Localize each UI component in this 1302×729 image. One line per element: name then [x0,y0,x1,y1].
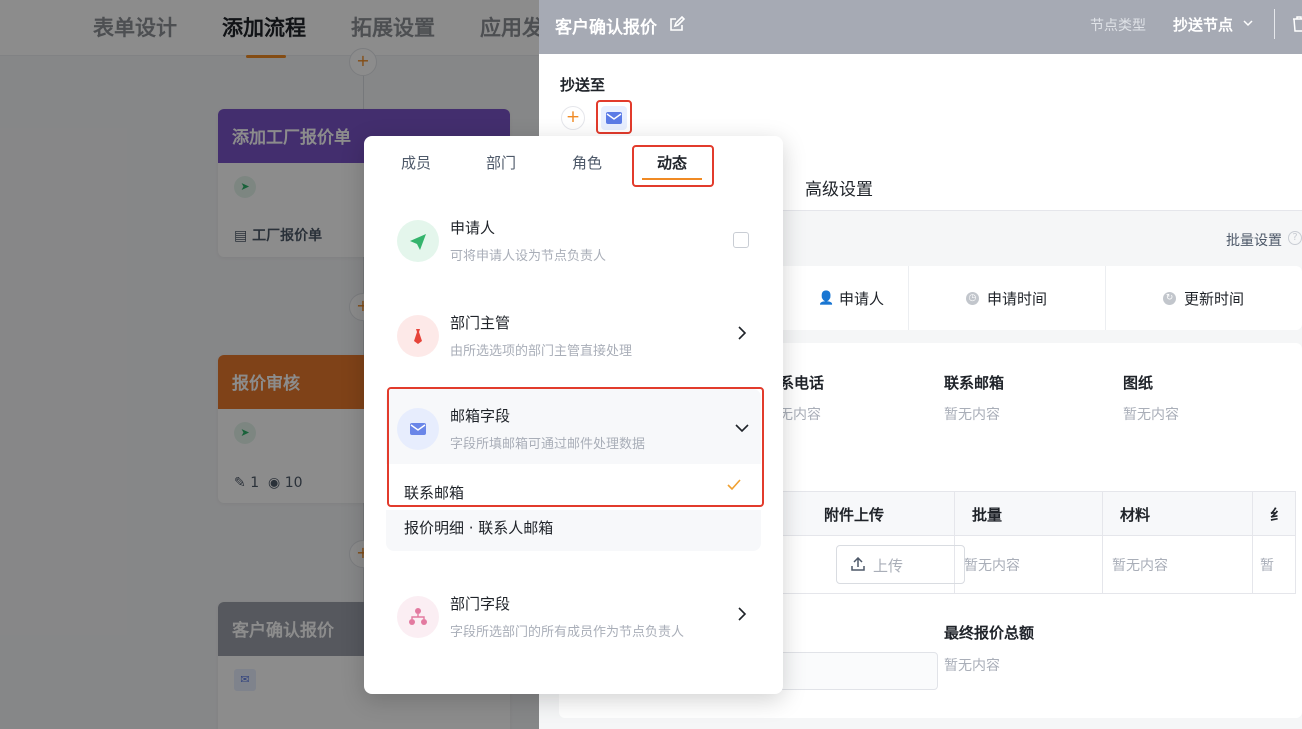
option-applicant[interactable]: 申请人 可将申请人设为节点负责人 [364,208,783,288]
drawer-title: 客户确认报价 [555,18,657,38]
header-divider [1274,9,1275,39]
field-value: 暂无内容 [944,407,1000,423]
option-desc: 可将申请人设为节点负责人 [450,249,607,264]
node-type-select[interactable]: 抄送节点 [1173,14,1233,35]
table-header-cell: 材料 [1120,506,1151,524]
upload-button[interactable]: 上传 [836,545,965,584]
option-title: 申请人 [450,219,496,237]
option-desc: 字段所选部门的所有成员作为节点负责人 [450,625,685,640]
field-applicant[interactable]: 👤 申请人 [774,266,928,330]
table-cell: 暂无内容 [1112,558,1168,574]
edit-icon[interactable] [669,16,685,32]
field-value: 无内容 [779,407,821,423]
help-icon[interactable]: ? [1288,231,1302,245]
option-title: 部门字段 [450,595,511,613]
table-header-cell: 批量 [972,506,1003,524]
upload-icon [851,557,865,571]
table-header-cell: 纟 [1270,506,1286,524]
final-total-value: 暂无内容 [944,658,1000,674]
paper-plane-icon [397,220,439,262]
tie-icon [397,315,439,357]
final-total-label: 最终报价总额 [944,624,1035,642]
field-apply-time[interactable]: ◷ 申请时间 [908,266,1105,330]
add-cc-button[interactable]: + [561,106,585,130]
tab-advanced-settings[interactable]: 高级设置 [805,175,873,200]
tab-members[interactable]: 成员 [401,152,431,173]
tab-roles[interactable]: 角色 [572,152,602,173]
org-chart-icon [397,596,439,638]
mail-icon [606,112,622,124]
detail-table: 附件上传 批量 材料 纟 上传 暂无内容 暂无内容 暂 [774,491,1296,594]
upload-label: 上传 [873,557,904,575]
batch-setting-link[interactable]: 批量设置 [1226,230,1282,250]
user-icon: 👤 [817,290,835,306]
field-label: 联系邮箱 [944,374,1005,392]
table-cell: 暂 [1260,558,1274,574]
option-desc: 由所选选项的部门主管直接处理 [450,344,633,359]
option-dept-field[interactable]: 部门字段 字段所选部门的所有成员作为节点负责人 [364,584,783,664]
clock-icon: ◷ [965,291,979,305]
tab-highlight-box [632,145,714,187]
field-label: 图纸 [1123,374,1154,392]
applicant-checkbox[interactable] [733,232,749,248]
text-input[interactable] [775,652,938,690]
cc-mail-chip[interactable] [601,106,627,130]
drawer-header: 客户确认报价 节点类型 抄送节点 [539,0,1302,54]
table-header-cell: 附件上传 [824,506,885,524]
chevron-down-icon[interactable] [1243,18,1253,28]
update-icon: ↻ [1162,291,1176,305]
tab-departments[interactable]: 部门 [486,152,516,173]
option-dept-head[interactable]: 部门主管 由所选选项的部门主管直接处理 [364,303,783,383]
field-update-time[interactable]: ↻ 更新时间 [1105,266,1302,330]
table-cell: 暂无内容 [964,558,1020,574]
chevron-right-icon[interactable] [736,606,748,622]
field-label: 系电话 [779,374,825,392]
assignee-picker-popover: 成员 部门 角色 动态 申请人 可将申请人设为节点负责人 部门主管 由所选选项的… [364,136,783,694]
option-title: 部门主管 [450,314,511,332]
node-type-label: 节点类型 [1090,18,1146,34]
email-highlight-box [387,387,764,507]
field-value: 暂无内容 [1123,407,1179,423]
cc-to-label: 抄送至 [560,76,606,94]
trash-icon[interactable] [1292,16,1302,32]
chevron-right-icon[interactable] [736,325,748,341]
email-option-quote-detail[interactable]: 报价明细 · 联系人邮箱 [404,517,553,538]
